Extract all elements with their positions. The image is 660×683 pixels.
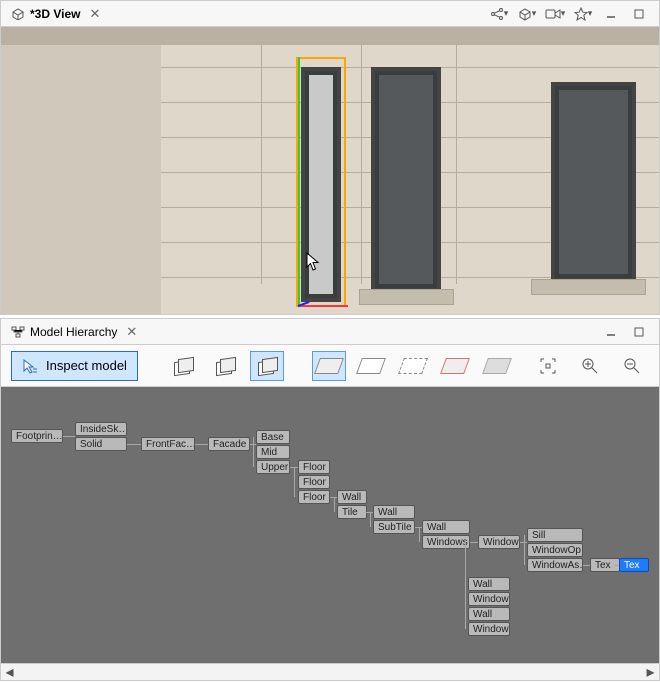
shape-mode-4-button[interactable] (438, 351, 472, 381)
hierarchy-icon (11, 325, 25, 339)
star-icon[interactable]: ▾ (569, 3, 597, 25)
shape-mode-2-button[interactable] (354, 351, 388, 381)
node-facade[interactable]: Facade (208, 437, 250, 451)
inspect-model-button[interactable]: Inspect model (11, 351, 138, 381)
cube-dropdown-icon[interactable]: ▾ (513, 3, 541, 25)
scroll-right-icon[interactable]: ▸ (642, 665, 659, 680)
tab-3d-view-label: *3D View (30, 7, 80, 21)
tab-hierarchy-label: Model Hierarchy (30, 325, 117, 339)
display-mode-2-button[interactable] (208, 351, 242, 381)
node-insidesk[interactable]: InsideSk… (75, 422, 127, 436)
display-mode-3-button[interactable] (250, 351, 284, 381)
share-icon[interactable]: ▾ (485, 3, 513, 25)
shape-mode-5-button[interactable] (480, 351, 514, 381)
panel-3d-view: *3D View ✕ ▾ ▾ ▾ ▾ (0, 0, 660, 315)
node-wall[interactable]: Wall (422, 520, 470, 534)
zoom-in-button[interactable] (573, 351, 607, 381)
node-base[interactable]: Base (256, 430, 290, 444)
zoom-out-button[interactable] (615, 351, 649, 381)
restore-icon[interactable] (625, 3, 653, 25)
viewport-3d[interactable] (1, 27, 659, 314)
display-mode-1-button[interactable] (166, 351, 200, 381)
restore-icon[interactable] (625, 321, 653, 343)
frame-selection-button[interactable] (531, 351, 565, 381)
node-wall[interactable]: Wall (468, 607, 510, 621)
node-frontfac[interactable]: FrontFac… (141, 437, 195, 451)
panel-model-hierarchy: Model Hierarchy ✕ Inspect model Footprin… (0, 318, 660, 681)
node-upper[interactable]: Upper (256, 460, 290, 474)
horizontal-scrollbar[interactable]: ◂ ▸ (1, 663, 659, 680)
node-windows[interactable]: Windows (422, 535, 470, 549)
hierarchy-graph[interactable]: Footprin… InsideSk… Solid FrontFac… Faca… (1, 387, 659, 663)
tab-3d-view[interactable]: *3D View ✕ (7, 4, 108, 24)
node-wall[interactable]: Wall (468, 577, 510, 591)
camera-icon[interactable]: ▾ (541, 3, 569, 25)
tabbar-3d: *3D View ✕ ▾ ▾ ▾ ▾ (1, 1, 659, 27)
node-floor[interactable]: Floor (298, 460, 330, 474)
node-floor[interactable]: Floor (298, 475, 330, 489)
node-window[interactable]: Window (478, 535, 520, 549)
shape-mode-1-button[interactable] (312, 351, 346, 381)
node-footprint[interactable]: Footprin… (11, 429, 63, 443)
node-wall[interactable]: Wall (373, 505, 415, 519)
node-sill[interactable]: Sill (527, 528, 583, 542)
node-window[interactable]: Window (468, 592, 510, 606)
selection-bbox (296, 57, 346, 307)
node-windowop[interactable]: WindowOp… (527, 543, 583, 557)
node-floor[interactable]: Floor (298, 490, 330, 504)
node-window[interactable]: Window (468, 622, 510, 636)
gizmo-y-axis (298, 57, 300, 307)
shape-mode-3-button[interactable] (396, 351, 430, 381)
tab-model-hierarchy[interactable]: Model Hierarchy ✕ (7, 322, 145, 342)
inspect-model-label: Inspect model (46, 358, 127, 373)
mouse-cursor-icon (306, 252, 320, 272)
node-mid[interactable]: Mid (256, 445, 290, 459)
arrow-cursor-icon (22, 358, 40, 374)
minimize-icon[interactable] (597, 3, 625, 25)
node-tile[interactable]: Tile (337, 505, 367, 519)
node-solid[interactable]: Solid (75, 437, 127, 451)
node-tex-selected[interactable]: Tex (619, 558, 649, 572)
gizmo-x-axis (298, 305, 348, 307)
tabbar-hierarchy: Model Hierarchy ✕ (1, 319, 659, 345)
close-icon[interactable]: ✕ (85, 6, 104, 22)
node-wall[interactable]: Wall (337, 490, 367, 504)
node-windowas[interactable]: WindowAs… (527, 558, 583, 572)
hierarchy-toolbar: Inspect model (1, 345, 659, 387)
cube-icon (11, 7, 25, 21)
close-icon[interactable]: ✕ (122, 324, 141, 340)
node-subtile[interactable]: SubTile (373, 520, 415, 534)
scroll-left-icon[interactable]: ◂ (1, 665, 18, 680)
minimize-icon[interactable] (597, 321, 625, 343)
